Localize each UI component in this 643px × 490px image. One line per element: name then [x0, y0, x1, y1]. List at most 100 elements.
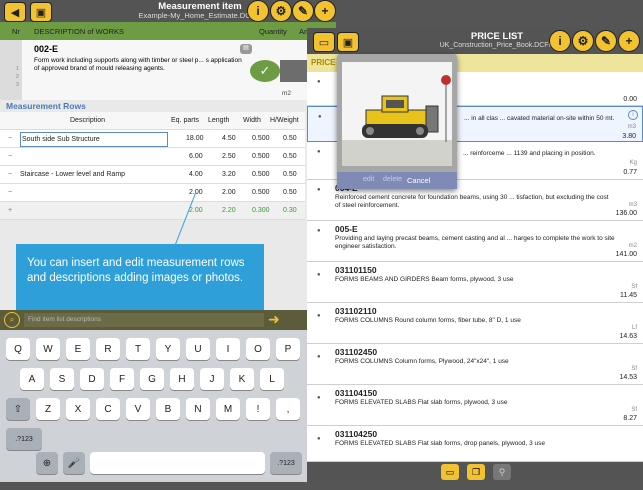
space-bar[interactable] [90, 452, 265, 474]
keyboard-icon[interactable]: ▤ [240, 44, 252, 54]
key-w[interactable]: W [36, 338, 60, 360]
cell-height[interactable]: 0.50 [283, 171, 297, 178]
cell-height[interactable]: 0.50 [283, 153, 297, 160]
key-s[interactable]: S [50, 368, 74, 390]
delete-button[interactable]: delete [383, 176, 402, 183]
list-item[interactable]: ● 031102110 FORMS COLUMNS Round column f… [307, 303, 643, 344]
key-c[interactable]: C [96, 398, 120, 420]
price-tab[interactable]: PRICE [311, 58, 335, 67]
key-h[interactable]: H [170, 368, 194, 390]
list-item[interactable]: ● 031101150 FORMS BEAMS AND GIRDERS Beam… [307, 262, 643, 303]
key-o[interactable]: O [246, 338, 270, 360]
back-arrow-icon[interactable]: ◀ [4, 2, 26, 22]
key-a[interactable]: A [20, 368, 44, 390]
cell-length[interactable]: 4.50 [222, 135, 236, 142]
key-m[interactable]: M [216, 398, 240, 420]
confirm-check-icon[interactable]: ✓ [250, 60, 280, 82]
numbers-key[interactable]: .?123 [6, 428, 42, 450]
edit-pencil-icon[interactable]: ✎ [595, 30, 617, 52]
cell-eq[interactable]: 18.00 [186, 135, 204, 142]
table-row[interactable]: + 2.00 2.20 0.300 0.30 [0, 202, 305, 220]
key-q[interactable]: Q [6, 338, 30, 360]
list-item[interactable]: ● 031104250 FORMS ELEVATED SLABS Flat sl… [307, 426, 643, 462]
row-desc-input[interactable]: South side Sub Structure [20, 132, 168, 147]
item-unit: m2 [282, 90, 292, 97]
cell-height[interactable]: 0.30 [283, 207, 297, 214]
table-row[interactable]: − 2.00 2.00 0.500 0.50 [0, 184, 305, 202]
plus-icon[interactable]: + [8, 207, 12, 214]
list-item[interactable]: ● 031102450 FORMS COLUMNS Column forms, … [307, 344, 643, 385]
key-l[interactable]: L [260, 368, 284, 390]
item-description[interactable]: 1 2 3 002-E Form work including supports… [0, 40, 336, 100]
add-icon[interactable]: + [618, 30, 640, 52]
cell-height[interactable]: 0.50 [283, 189, 297, 196]
save-icon[interactable]: ▣ [337, 32, 359, 52]
minus-icon[interactable]: − [8, 153, 12, 160]
cell-width[interactable]: 0.300 [252, 207, 270, 214]
gear-icon[interactable]: ⚙ [572, 30, 594, 52]
key-t[interactable]: T [126, 338, 150, 360]
info-icon[interactable]: i [549, 30, 571, 52]
key-p[interactable]: P [276, 338, 300, 360]
shift-key[interactable]: ⇧ [6, 398, 30, 420]
key-k[interactable]: K [230, 368, 254, 390]
add-icon[interactable]: + [314, 0, 336, 22]
save-icon[interactable]: ▣ [30, 2, 52, 22]
key-j[interactable]: J [200, 368, 224, 390]
copy-icon[interactable]: ❐ [467, 464, 485, 480]
key-b[interactable]: B [156, 398, 180, 420]
measurement-header: ◀ ▣ Measurement item Example-My_Home_Est… [0, 0, 336, 22]
list-item[interactable]: ● 031104150 FORMS ELEVATED SLABS Flat sl… [307, 385, 643, 426]
key-exclaim[interactable]: ! [246, 398, 270, 420]
minus-icon[interactable]: − [8, 135, 12, 142]
folder-icon[interactable]: ▭ [313, 32, 335, 52]
cell-length[interactable]: 2.00 [222, 189, 236, 196]
cell-eq[interactable]: 4.00 [189, 171, 203, 178]
search-icon[interactable]: ⌕ [4, 312, 20, 328]
cell-height[interactable]: 0.50 [283, 135, 297, 142]
cell-length[interactable]: 3.20 [222, 171, 236, 178]
folder-icon[interactable]: ▭ [441, 464, 459, 480]
key-y[interactable]: Y [156, 338, 180, 360]
cell-width[interactable]: 0.500 [252, 171, 270, 178]
key-i[interactable]: I [216, 338, 240, 360]
search-input[interactable]: Find item list descriptions [24, 313, 264, 327]
key-comma[interactable]: , [276, 398, 300, 420]
table-row[interactable]: − Staircase - Lower level and Ramp 4.00 … [0, 166, 305, 184]
table-row[interactable]: − 6.00 2.50 0.500 0.50 [0, 148, 305, 166]
mic-icon[interactable]: 🎤 [63, 452, 85, 474]
info-circle-icon[interactable]: i [628, 110, 638, 120]
edit-button[interactable]: edit [363, 176, 374, 183]
cell-length[interactable]: 2.20 [222, 207, 236, 214]
item-text: Form work including supports along with … [34, 57, 242, 72]
cell-length[interactable]: 2.50 [222, 153, 236, 160]
minus-icon[interactable]: − [8, 171, 12, 178]
row-desc[interactable]: Staircase - Lower level and Ramp [20, 171, 125, 178]
key-g[interactable]: G [140, 368, 164, 390]
globe-icon[interactable]: ⊕ [36, 452, 58, 474]
cell-width[interactable]: 0.500 [252, 153, 270, 160]
key-n[interactable]: N [186, 398, 210, 420]
bulldozer-photo [342, 62, 452, 166]
cancel-button[interactable]: Cancel [407, 176, 430, 185]
cell-width[interactable]: 0.500 [252, 135, 270, 142]
key-u[interactable]: U [186, 338, 210, 360]
gear-icon[interactable]: ⚙ [270, 0, 292, 22]
filter-icon[interactable]: ⚲ [493, 464, 511, 480]
key-x[interactable]: X [66, 398, 90, 420]
list-item[interactable]: ● 005-E Providing and laying precast bea… [307, 221, 643, 262]
cell-width[interactable]: 0.500 [252, 189, 270, 196]
arrow-right-icon[interactable]: ➜ [268, 312, 298, 327]
minus-icon[interactable]: − [8, 189, 12, 196]
table-row[interactable]: − South side Sub Structure 18.00 4.50 0.… [0, 130, 305, 148]
cell-eq[interactable]: 6.00 [189, 153, 203, 160]
key-r[interactable]: R [96, 338, 120, 360]
edit-pencil-icon[interactable]: ✎ [292, 0, 314, 22]
numbers-key-right[interactable]: .?123 [270, 452, 302, 474]
info-icon[interactable]: i [247, 0, 269, 22]
key-z[interactable]: Z [36, 398, 60, 420]
key-d[interactable]: D [80, 368, 104, 390]
key-e[interactable]: E [66, 338, 90, 360]
key-v[interactable]: V [126, 398, 150, 420]
key-f[interactable]: F [110, 368, 134, 390]
